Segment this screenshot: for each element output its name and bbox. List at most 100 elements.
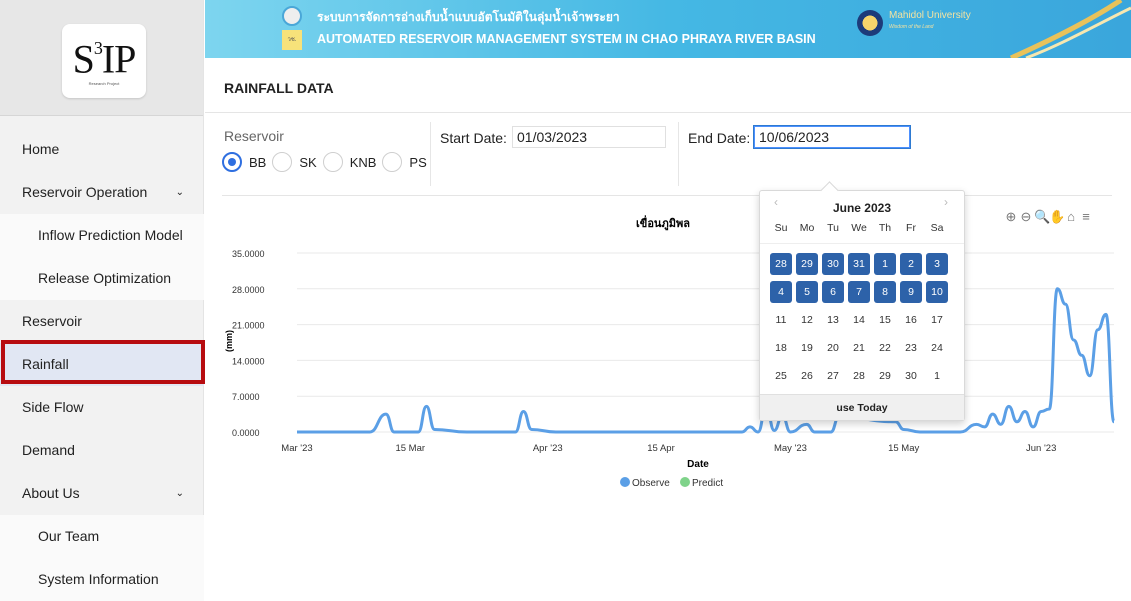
calendar-day[interactable]: 25 bbox=[770, 365, 792, 387]
calendar-day[interactable]: 16 bbox=[900, 309, 922, 331]
calendar-day[interactable]: 9 bbox=[900, 281, 922, 303]
radio-label-knb[interactable]: KNB bbox=[350, 155, 377, 170]
use-today-button[interactable]: use Today bbox=[760, 394, 964, 420]
header-banner: วช. ระบบการจัดการอ่างเก็บน้ำแบบอัตโนมัติ… bbox=[205, 0, 1131, 58]
calendar-day[interactable]: 1 bbox=[874, 253, 896, 275]
end-date-input[interactable] bbox=[754, 126, 910, 148]
calendar-day[interactable]: 28 bbox=[770, 253, 792, 275]
menu-icon[interactable]: ≡ bbox=[1079, 209, 1093, 225]
calendar-day[interactable]: 12 bbox=[796, 309, 818, 331]
sidebar-item-rainfall[interactable]: Rainfall bbox=[0, 343, 204, 386]
pan-hand-icon[interactable]: ✋ bbox=[1049, 209, 1065, 225]
radio-bb[interactable] bbox=[222, 152, 242, 172]
calendar-day[interactable]: 14 bbox=[848, 309, 870, 331]
calendar-day[interactable]: 17 bbox=[926, 309, 948, 331]
calendar-day[interactable]: 13 bbox=[822, 309, 844, 331]
chart-y-axis-label: (mm) bbox=[224, 330, 234, 352]
sidebar-item-inflow-prediction-model[interactable]: Inflow Prediction Model bbox=[0, 214, 204, 257]
end-date-label: End Date: bbox=[688, 130, 751, 146]
chart-x-tick-label: 15 Mar bbox=[395, 443, 425, 454]
calendar-day[interactable]: 6 bbox=[822, 281, 844, 303]
sidebar-item-release-optimization[interactable]: Release Optimization bbox=[0, 257, 204, 300]
rainfall-chart: เขื่อนภูมิพล Date (mm) 0.0000 7.0000 14.00… bbox=[224, 215, 1116, 489]
calendar-day[interactable]: 21 bbox=[848, 337, 870, 359]
app-root: S3IP Research Project Home Reservoir Ope… bbox=[0, 0, 1131, 601]
calendar-day[interactable]: 1 bbox=[926, 365, 948, 387]
university-motto: Wisdom of the Land bbox=[889, 24, 934, 30]
nrct-seal-icon: วช. bbox=[281, 6, 303, 52]
sidebar-item-reservoir-operation[interactable]: Reservoir Operation ⌄ bbox=[0, 171, 204, 214]
sidebar-item-home[interactable]: Home bbox=[0, 128, 204, 171]
calendar-day[interactable]: 26 bbox=[796, 365, 818, 387]
legend-label[interactable]: Predict bbox=[692, 478, 723, 489]
calendar-day[interactable]: 15 bbox=[874, 309, 896, 331]
calendar-day[interactable]: 19 bbox=[796, 337, 818, 359]
radio-sk[interactable] bbox=[272, 152, 293, 172]
calendar-day[interactable]: 22 bbox=[874, 337, 896, 359]
calendar-day[interactable]: 3 bbox=[926, 253, 948, 275]
sidebar-item-our-team[interactable]: Our Team bbox=[0, 515, 204, 558]
sidebar-item-reservoir[interactable]: Reservoir bbox=[0, 300, 204, 343]
home-icon[interactable]: ⌂ bbox=[1064, 209, 1078, 225]
calendar-weekday: Sa bbox=[930, 222, 944, 234]
sidebar-item-label: Home bbox=[22, 141, 60, 157]
chart-gridlines bbox=[297, 252, 1114, 433]
calendar-day[interactable]: 7 bbox=[848, 281, 870, 303]
calendar-day[interactable]: 10 bbox=[926, 281, 948, 303]
chart-y-tick-label: 35.0000 bbox=[232, 249, 265, 259]
chart-x-tick-label: Apr '23 bbox=[533, 443, 563, 454]
calendar-month-label[interactable]: June 2023 bbox=[760, 201, 964, 215]
calendar-day[interactable]: 2 bbox=[900, 253, 922, 275]
banner-title-thai: ระบบการจัดการอ่างเก็บน้ำแบบอัตโนมัติในลุ… bbox=[317, 10, 620, 24]
mahidol-seal-icon bbox=[857, 10, 883, 36]
title-divider bbox=[205, 112, 1131, 113]
legend-label[interactable]: Observe bbox=[632, 478, 670, 489]
sidebar-item-about-us[interactable]: About Us ⌄ bbox=[0, 472, 204, 515]
magnifier-icon[interactable]: 🔍 bbox=[1034, 209, 1050, 225]
sidebar-item-label: Reservoir Operation bbox=[22, 184, 148, 200]
radio-label-ps[interactable]: PS bbox=[409, 155, 426, 170]
zoom-out-icon[interactable]: ⊖ bbox=[1019, 209, 1033, 225]
calendar-day[interactable]: 28 bbox=[848, 365, 870, 387]
radio-label-bb[interactable]: BB bbox=[249, 155, 266, 170]
calendar-next-button[interactable]: › bbox=[944, 195, 948, 209]
calendar-weekday: Su bbox=[774, 222, 788, 234]
calendar-day[interactable]: 8 bbox=[874, 281, 896, 303]
logo-rest: IP bbox=[101, 36, 137, 82]
calendar-day[interactable]: 23 bbox=[900, 337, 922, 359]
calendar-day[interactable]: 30 bbox=[822, 253, 844, 275]
calendar-day[interactable]: 31 bbox=[848, 253, 870, 275]
radio-label-sk[interactable]: SK bbox=[299, 155, 316, 170]
page-title: RAINFALL DATA bbox=[224, 80, 334, 96]
radio-ps[interactable] bbox=[382, 152, 403, 172]
calendar-day[interactable]: 20 bbox=[822, 337, 844, 359]
chart-y-tick-label: 7.0000 bbox=[232, 392, 260, 402]
chart-x-tick-label: 15 Apr bbox=[647, 443, 674, 454]
sidebar-item-system-information[interactable]: System Information bbox=[0, 558, 204, 601]
chart-x-axis-label: Date bbox=[687, 459, 709, 470]
calendar-day[interactable]: 30 bbox=[900, 365, 922, 387]
calendar-day[interactable]: 29 bbox=[796, 253, 818, 275]
calendar-day[interactable]: 11 bbox=[770, 309, 792, 331]
chart-y-tick-label: 14.0000 bbox=[232, 356, 265, 366]
radio-knb[interactable] bbox=[322, 152, 343, 172]
filter-divider bbox=[430, 122, 431, 186]
chart-legend[interactable]: Observe Predict bbox=[620, 477, 723, 489]
sidebar-item-side-flow[interactable]: Side Flow bbox=[0, 386, 204, 429]
calendar-day[interactable]: 29 bbox=[874, 365, 896, 387]
calendar-day[interactable]: 5 bbox=[796, 281, 818, 303]
legend-marker[interactable] bbox=[620, 477, 630, 487]
calendar-day[interactable]: 18 bbox=[770, 337, 792, 359]
calendar-day[interactable]: 27 bbox=[822, 365, 844, 387]
legend-marker[interactable] bbox=[680, 477, 690, 487]
chart-toolbar: ⊕ ⊖ 🔍 ✋ ⌂ ≡ bbox=[1004, 209, 1093, 225]
s3ip-logo[interactable]: S3IP Research Project bbox=[62, 24, 146, 98]
calendar-day[interactable]: 4 bbox=[770, 281, 792, 303]
sidebar-nav: Home Reservoir Operation ⌄ Inflow Predict… bbox=[0, 128, 204, 601]
start-date-input[interactable] bbox=[512, 126, 666, 148]
zoom-in-icon[interactable]: ⊕ bbox=[1004, 209, 1018, 225]
calendar-weekday: Th bbox=[878, 222, 892, 234]
reservoir-label: Reservoir bbox=[224, 128, 284, 144]
sidebar-item-demand[interactable]: Demand bbox=[0, 429, 204, 472]
calendar-day[interactable]: 24 bbox=[926, 337, 948, 359]
